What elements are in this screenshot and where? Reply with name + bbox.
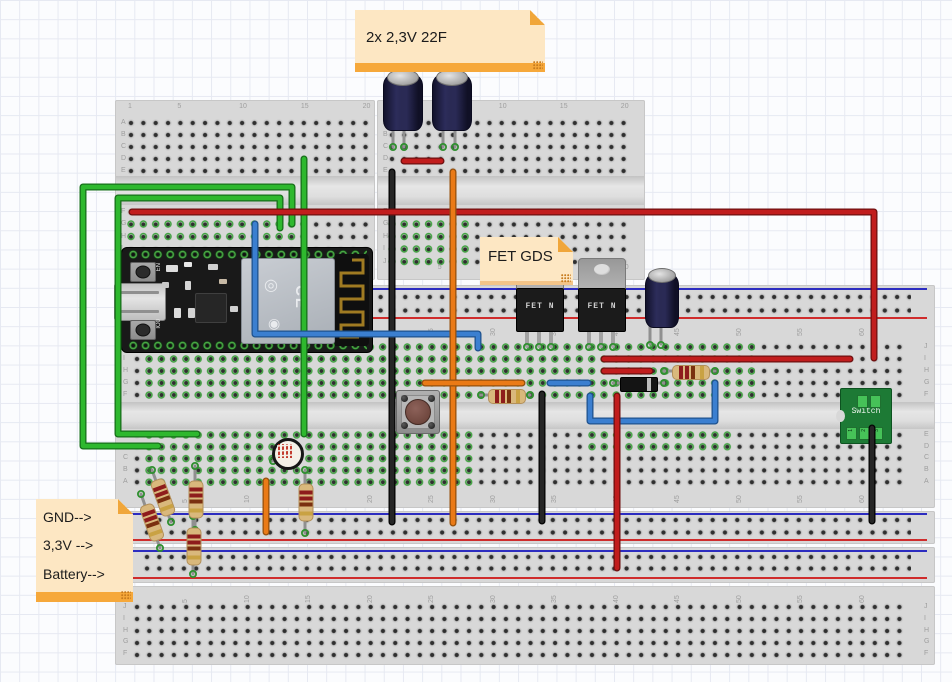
wire-blue-outline [255, 224, 478, 348]
note-resize-handle[interactable] [121, 591, 131, 600]
fritzing-breadboard-canvas: EN IO0 ◎ CE ◉ 205 - 0985 [0, 0, 952, 682]
wire-green[interactable] [83, 187, 292, 446]
note-power[interactable]: GND--> 3,3V --> Battery--> [36, 499, 133, 602]
note-bottom-bar[interactable] [36, 592, 133, 602]
jumper-wires-layer [0, 0, 952, 682]
note-bottom-bar[interactable] [480, 281, 573, 285]
note-text: 2x 2,3V 22F [366, 29, 447, 46]
note-line: Battery--> [43, 566, 105, 582]
wire-blue[interactable] [590, 383, 715, 421]
note-line: 3,3V --> [43, 537, 93, 553]
wire-red[interactable] [132, 212, 874, 358]
note-bottom-bar[interactable] [355, 63, 545, 72]
wire-blue[interactable] [255, 224, 478, 348]
note-resize-handle[interactable] [533, 61, 543, 70]
note-line: GND--> [43, 509, 92, 525]
note-resize-handle[interactable] [561, 274, 571, 283]
wire-red-outline [132, 212, 874, 358]
wire-green-outline [83, 187, 292, 446]
note-capacitors[interactable]: 2x 2,3V 22F [355, 10, 545, 72]
wire-blue-outline [590, 383, 715, 421]
note-fet[interactable]: FET GDS [480, 237, 573, 285]
note-text: FET GDS [488, 248, 553, 265]
